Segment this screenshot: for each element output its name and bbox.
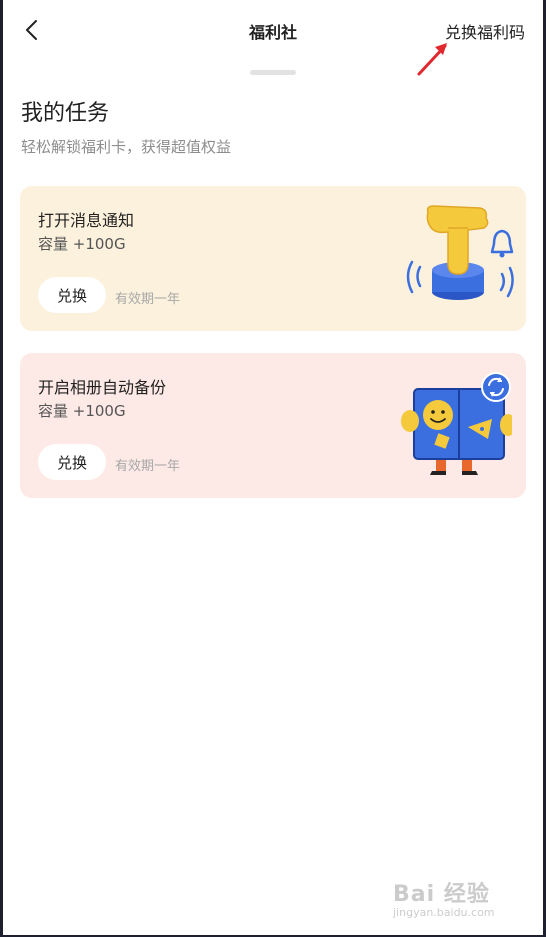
annotation-arrow-icon (417, 43, 447, 76)
photo-album-sync-icon (401, 372, 512, 475)
welfare-screen: 福利社 兑换福利码 我的任务 轻松解锁福利卡，获得超值权益 打开消息通知 容量 … (3, 0, 543, 935)
task-name: 打开消息通知 (38, 211, 135, 230)
exchange-button[interactable]: 兑换 (38, 444, 106, 480)
redeem-code-link[interactable]: 兑换福利码 (445, 19, 525, 43)
task-reward: 容量 +100G (38, 235, 126, 253)
task-name: 开启相册自动备份 (38, 378, 167, 397)
baidu-watermark: Bai 经验 jingyan.baidu.com (393, 876, 533, 926)
section-title: 我的任务 (21, 101, 110, 126)
exchange-button[interactable]: 兑换 (38, 277, 106, 313)
task-card-album-backup: 开启相册自动备份 容量 +100G 兑换 有效期一年 (20, 353, 526, 498)
drag-handle[interactable] (250, 70, 296, 75)
top-bar: 福利社 兑换福利码 (3, 0, 543, 62)
task-reward: 容量 +100G (38, 402, 126, 420)
watermark-brand: Bai 经验 (393, 882, 490, 907)
validity-text: 有效期一年 (115, 292, 181, 307)
validity-text: 有效期一年 (115, 459, 181, 474)
section-subtitle: 轻松解锁福利卡，获得超值权益 (21, 138, 232, 156)
watermark-url: jingyan.baidu.com (393, 906, 495, 919)
hand-press-button-icon (406, 205, 514, 300)
task-card-notification: 打开消息通知 容量 +100G 兑换 有效期一年 (20, 186, 526, 331)
